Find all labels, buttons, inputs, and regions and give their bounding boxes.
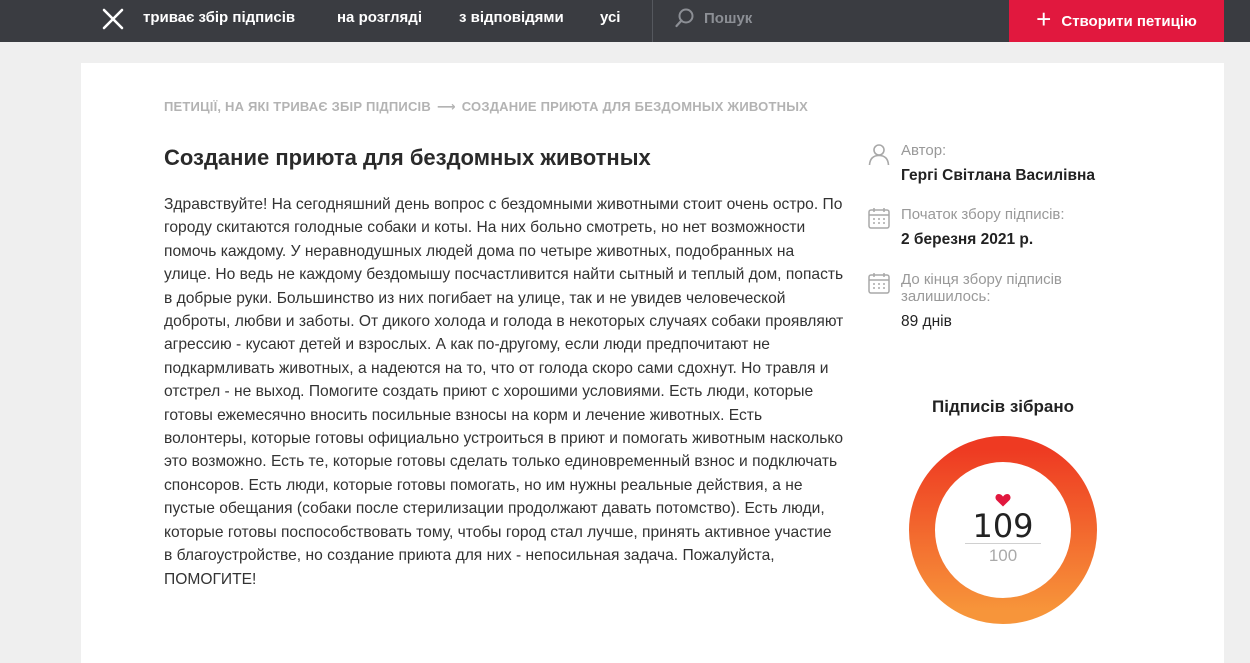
breadcrumb: ПЕТИЦІЇ, НА ЯКІ ТРИВАЄ ЗБІР ПІДПИСІВ ⟶ СОЗ… — [164, 99, 808, 115]
count-divider — [965, 543, 1041, 544]
author-name: Гергі Світлана Василівна — [901, 167, 1095, 184]
nav-tab-all[interactable]: усі — [600, 9, 620, 26]
petition-title: Создание приюта для бездомных животных — [164, 145, 651, 170]
start-date-value: 2 березня 2021 р. — [901, 231, 1034, 248]
start-date-label: Початок збору підписів: — [901, 206, 1065, 223]
calendar-icon — [868, 208, 890, 229]
author-label: Автор: — [901, 142, 947, 159]
create-petition-button[interactable]: + Створити петицію — [1009, 0, 1224, 42]
remaining-value: 89 днів — [901, 313, 952, 330]
calendar-icon — [868, 273, 890, 294]
nav-tab-collecting[interactable]: триває збір підписів — [143, 9, 295, 26]
breadcrumb-parent-link[interactable]: ПЕТИЦІЇ, НА ЯКІ ТРИВАЄ ЗБІР ПІДПИСІВ — [164, 99, 431, 114]
search-input[interactable]: Пошук — [674, 6, 974, 30]
signatures-target: 100 — [988, 546, 1018, 565]
nav-tab-answered[interactable]: з відповідями — [459, 9, 564, 26]
plus-icon: + — [1036, 4, 1052, 34]
nav-tab-under-review[interactable]: на розгляді — [337, 9, 422, 26]
signatures-count: 109 — [972, 507, 1034, 545]
search-placeholder: Пошук — [704, 9, 753, 27]
nav-divider — [652, 0, 653, 42]
breadcrumb-arrow-icon: ⟶ — [436, 99, 456, 114]
remaining-label: До кінця збору підписів залишилось: — [901, 271, 1062, 305]
top-navigation-bar: триває збір підписів на розгляді з відпо… — [0, 0, 1250, 42]
signatures-heading: Підписів зібрано — [932, 397, 1074, 416]
create-petition-label: Створити петицію — [1061, 12, 1197, 30]
petition-card: ПЕТИЦІЇ, НА ЯКІ ТРИВАЄ ЗБІР ПІДПИСІВ ⟶ СОЗ… — [81, 63, 1224, 663]
breadcrumb-current[interactable]: СОЗДАНИЕ ПРИЮТА ДЛЯ БЕЗДОМНЫХ ЖИВОТНЫХ — [462, 99, 808, 114]
heart-icon — [995, 494, 1011, 507]
search-icon — [675, 8, 694, 28]
petition-body: Здравствуйте! На сегодняшний день вопрос… — [164, 196, 844, 588]
user-icon — [868, 144, 890, 166]
close-icon[interactable] — [100, 6, 126, 32]
